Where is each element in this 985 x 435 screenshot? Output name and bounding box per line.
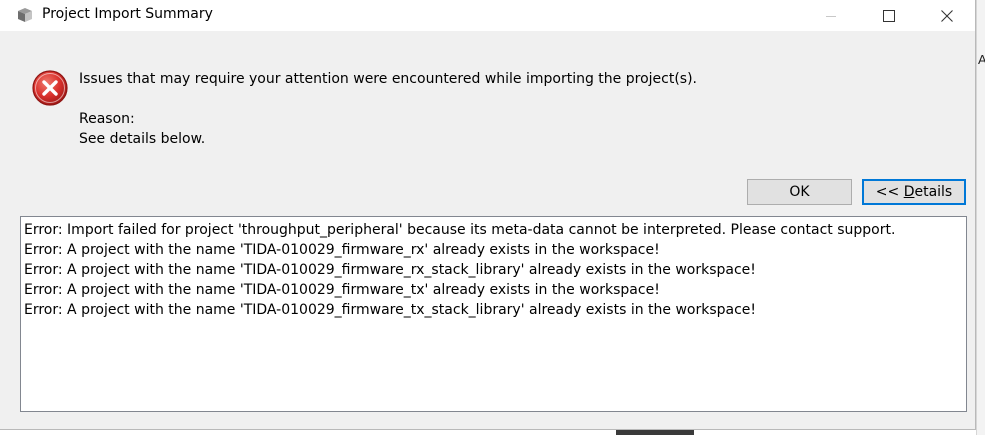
summary-message: Issues that may require your attention w… (79, 71, 697, 87)
ok-button[interactable]: OK (747, 179, 852, 205)
details-line: Error: A project with the name 'TIDA-010… (24, 282, 660, 298)
close-button[interactable] (924, 0, 970, 31)
minimize-icon (826, 15, 836, 17)
reason-label: Reason: (79, 111, 135, 127)
background-taskbar-fragment (616, 430, 694, 435)
details-toggle-button[interactable]: << Details (862, 179, 966, 205)
details-line: Error: Import failed for project 'throug… (24, 222, 896, 238)
ok-button-label: OK (789, 184, 810, 200)
title-bar[interactable]: Project Import Summary (0, 0, 975, 31)
window-title: Project Import Summary (42, 6, 213, 22)
reason-detail: See details below. (79, 131, 206, 147)
details-line: Error: A project with the name 'TIDA-010… (24, 302, 757, 318)
maximize-button[interactable] (866, 0, 912, 31)
details-line: Error: A project with the name 'TIDA-010… (24, 242, 660, 258)
app-icon (18, 8, 32, 22)
details-line: Error: A project with the name 'TIDA-010… (24, 262, 756, 278)
error-icon (32, 70, 68, 106)
minimize-button[interactable] (808, 0, 854, 31)
import-summary-dialog: Project Import Summary Issues that may r… (0, 0, 976, 430)
details-button-prefix: << (875, 184, 904, 200)
details-button-mnemonic: D (903, 184, 915, 200)
details-button-label: etails (914, 184, 953, 200)
background-window-text: A (978, 52, 985, 67)
details-text-area[interactable]: Error: Import failed for project 'throug… (20, 216, 967, 412)
maximize-icon (883, 9, 895, 22)
close-icon (941, 9, 953, 22)
